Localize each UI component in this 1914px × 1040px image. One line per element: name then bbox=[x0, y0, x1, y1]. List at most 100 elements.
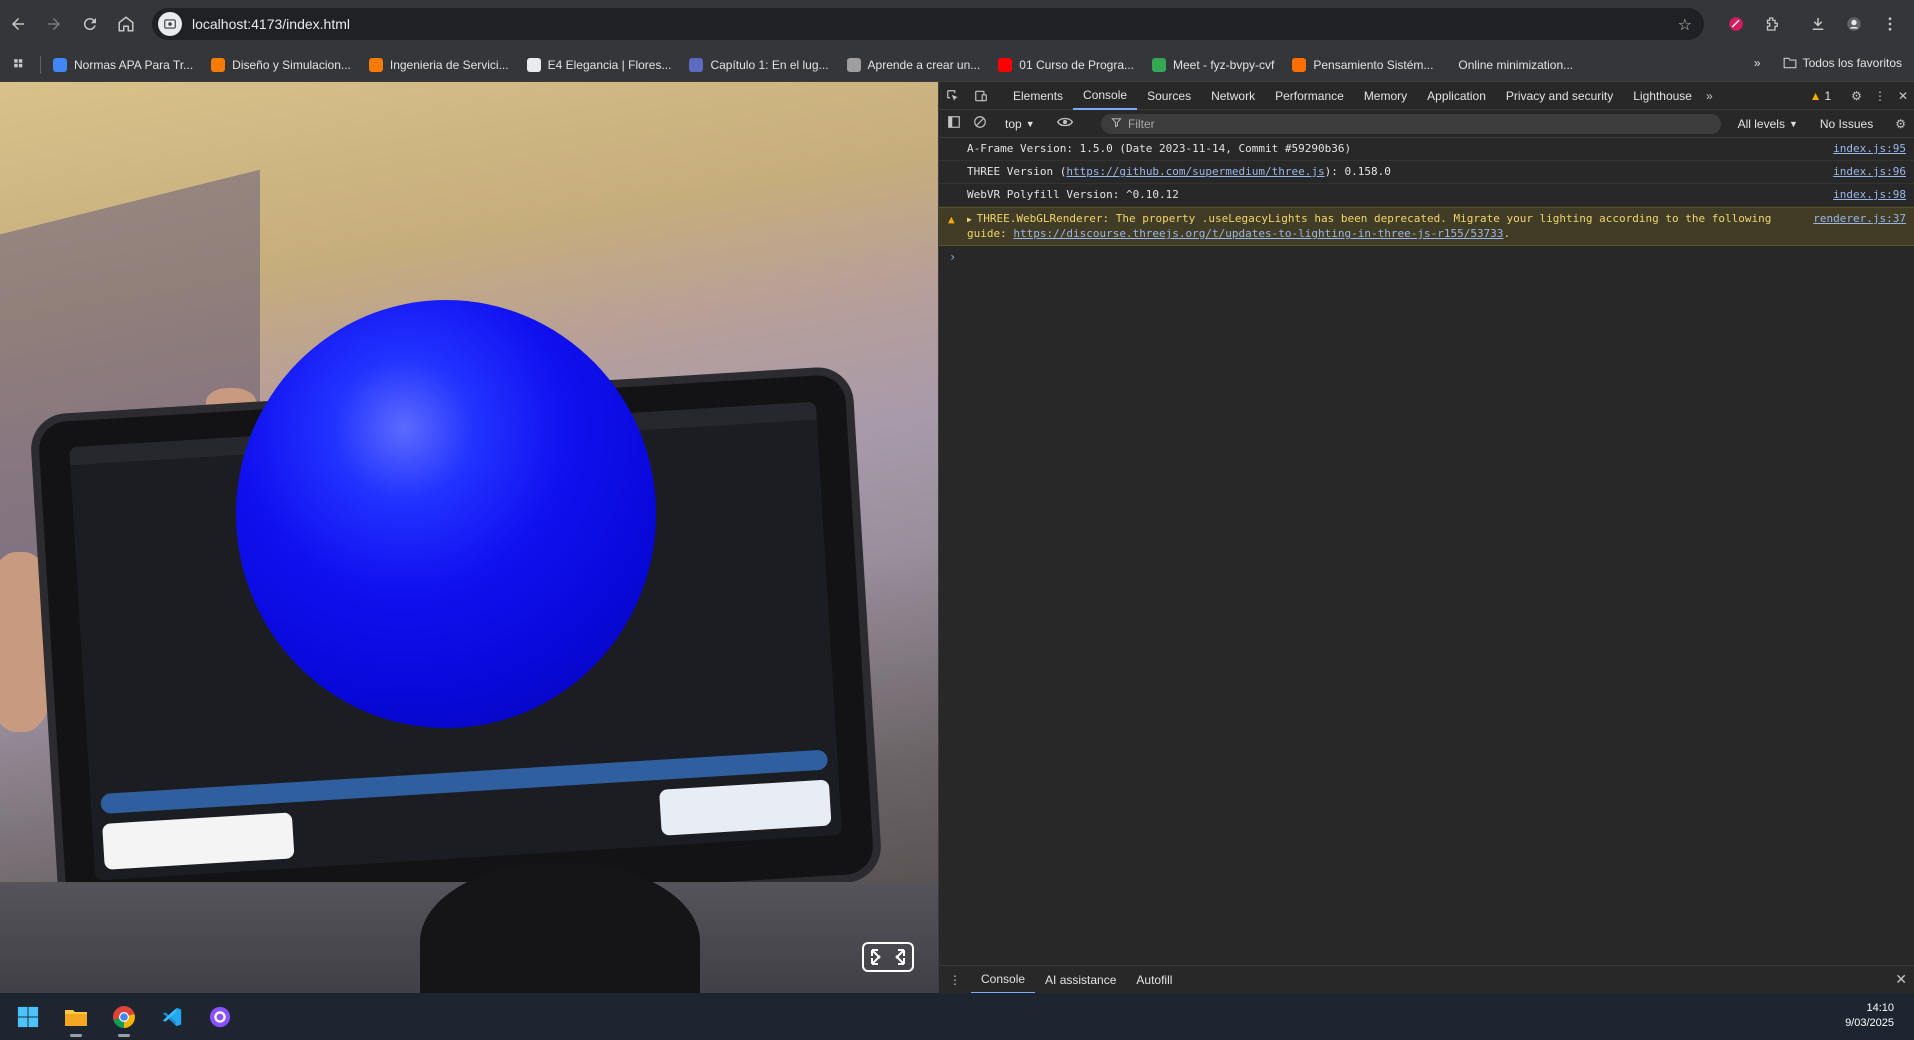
bookmark-item[interactable]: Meet - fyz-bvpy-cvf bbox=[1152, 57, 1274, 72]
browser-toolbar: localhost:4173/index.html ☆ bbox=[0, 0, 1914, 48]
issues-button[interactable]: No Issues bbox=[1820, 117, 1873, 131]
console-prompt[interactable]: › bbox=[939, 246, 1914, 268]
more-bookmarks-chevron-icon[interactable]: » bbox=[1754, 56, 1761, 70]
filter-input[interactable]: Filter bbox=[1101, 114, 1721, 134]
bookmark-favicon-icon bbox=[1292, 57, 1307, 72]
reload-icon bbox=[83, 18, 96, 31]
message-text: WebVR Polyfill Version: ^0.10.12 bbox=[967, 188, 1179, 201]
devtools-panel: Elements Console Sources Network Performance… bbox=[938, 82, 1914, 994]
filter-funnel-icon bbox=[1111, 117, 1122, 131]
console-log-message[interactable]: WebVR Polyfill Version: ^0.10.12 index.js… bbox=[939, 184, 1914, 207]
console-log-message[interactable]: A-Frame Version: 1.5.0 (Date 2023-11-14,… bbox=[939, 138, 1914, 161]
devtools-tab[interactable]: Lighthouse bbox=[1623, 82, 1702, 110]
inspect-element-icon[interactable] bbox=[939, 82, 967, 110]
bookmark-item[interactable]: Online minimization... bbox=[1451, 58, 1573, 72]
reload-button[interactable] bbox=[72, 6, 108, 42]
console-settings-gear-icon[interactable]: ⚙ bbox=[1895, 117, 1906, 131]
console-message-list: A-Frame Version: 1.5.0 (Date 2023-11-14,… bbox=[939, 138, 1914, 246]
extension-icon[interactable] bbox=[1720, 8, 1752, 40]
bookmark-item[interactable]: Aprende a crear un... bbox=[846, 57, 981, 72]
close-drawer-icon[interactable]: ✕ bbox=[1895, 971, 1907, 988]
blue-sphere bbox=[236, 300, 656, 728]
bookmark-item[interactable]: Ingenieria de Servici... bbox=[368, 57, 509, 72]
close-devtools-icon[interactable]: ✕ bbox=[1898, 89, 1908, 103]
devtools-tab[interactable]: Memory bbox=[1354, 82, 1417, 110]
drawer-tab[interactable]: AI assistance bbox=[1035, 966, 1126, 994]
bookmark-item[interactable]: Capítulo 1: En el lug... bbox=[689, 57, 829, 72]
bookmark-favicon-icon bbox=[998, 57, 1013, 72]
bookmark-item[interactable]: Normas APA Para Tr... bbox=[53, 57, 193, 72]
console-warning-message[interactable]: ▲ ▶ THREE.WebGLRenderer: The property .us… bbox=[939, 207, 1914, 246]
url-text[interactable]: localhost:4173/index.html bbox=[192, 16, 350, 32]
github-desktop-icon[interactable] bbox=[198, 995, 242, 1039]
address-bar[interactable]: localhost:4173/index.html ☆ bbox=[152, 8, 1704, 40]
devtools-tab[interactable]: Network bbox=[1201, 82, 1265, 110]
profile-avatar-icon[interactable] bbox=[1838, 8, 1870, 40]
bookmark-label: Aprende a crear un... bbox=[867, 57, 981, 72]
vr-fullscreen-button[interactable] bbox=[862, 942, 914, 972]
devtools-drawer: ⋮ Console AI assistance Autofill ✕ bbox=[939, 965, 1914, 994]
context-value: top bbox=[1005, 116, 1022, 131]
file-explorer-icon[interactable] bbox=[54, 995, 98, 1039]
bookmark-star-icon[interactable]: ☆ bbox=[1678, 15, 1692, 35]
chevron-down-icon: ▼ bbox=[1788, 119, 1798, 129]
message-link[interactable]: https://github.com/supermedium/three.js bbox=[1066, 165, 1324, 178]
drawer-tab[interactable]: Console bbox=[971, 966, 1036, 994]
devtools-menu-icon[interactable]: ⋮ bbox=[1874, 89, 1886, 103]
all-bookmarks-label: Todos los favoritos bbox=[1802, 56, 1902, 70]
windows-start-icon[interactable] bbox=[6, 995, 50, 1039]
log-levels-dropdown[interactable]: All levels ▼ bbox=[1738, 117, 1798, 131]
system-clock[interactable]: 14:10 9/03/2025 bbox=[1845, 1001, 1894, 1031]
message-source-link[interactable]: index.js:98 bbox=[1833, 188, 1906, 202]
folder-icon bbox=[1783, 57, 1797, 69]
warning-count: 1 bbox=[1824, 89, 1832, 103]
arrow-left-icon bbox=[12, 18, 24, 30]
console-log-message[interactable]: THREE Version (https://github.com/superm… bbox=[939, 161, 1914, 184]
device-toolbar-icon[interactable] bbox=[967, 82, 995, 110]
filter-bar-right: All levels ▼ No Issues ⚙ bbox=[1738, 110, 1906, 138]
extensions-puzzle-icon[interactable] bbox=[1756, 8, 1788, 40]
download-icon[interactable] bbox=[1802, 8, 1834, 40]
vscode-icon[interactable] bbox=[150, 995, 194, 1039]
expand-caret-icon[interactable]: ▶ bbox=[967, 215, 977, 224]
chevron-down-icon: ▼ bbox=[1025, 118, 1035, 129]
more-tabs-chevron-icon[interactable]: » bbox=[1706, 89, 1713, 103]
devtools-tab[interactable]: Console bbox=[1073, 82, 1138, 110]
devtools-tab[interactable]: Elements bbox=[1003, 82, 1073, 110]
message-source-link[interactable]: index.js:95 bbox=[1833, 142, 1906, 156]
bookmark-label: Online minimization... bbox=[1458, 57, 1574, 72]
message-link[interactable]: https://discourse.threejs.org/t/updates-… bbox=[1013, 227, 1503, 240]
message-source-link[interactable]: renderer.js:37 bbox=[1813, 212, 1906, 226]
drawer-menu-icon[interactable]: ⋮ bbox=[949, 973, 961, 987]
drawer-tab[interactable]: Autofill bbox=[1126, 966, 1182, 994]
bookmark-label: E4 Elegancia | Flores... bbox=[547, 57, 672, 72]
site-info-icon[interactable] bbox=[158, 12, 182, 36]
message-source-link[interactable]: index.js:96 bbox=[1833, 165, 1906, 179]
apps-grid-icon[interactable] bbox=[0, 58, 40, 72]
aframe-scene[interactable] bbox=[0, 82, 938, 993]
settings-gear-icon[interactable]: ⚙ bbox=[1851, 89, 1862, 103]
back-button[interactable] bbox=[0, 6, 36, 42]
clear-console-icon[interactable] bbox=[973, 115, 987, 132]
sidebar-toggle-icon[interactable] bbox=[947, 115, 961, 132]
bookmarks-divider bbox=[40, 55, 41, 74]
chrome-icon[interactable] bbox=[102, 995, 146, 1039]
devtools-tab[interactable]: Privacy and security bbox=[1496, 82, 1623, 110]
devtools-tab[interactable]: Performance bbox=[1265, 82, 1354, 110]
devtools-tab[interactable]: Sources bbox=[1137, 82, 1201, 110]
bookmark-item[interactable]: Diseño y Simulacion... bbox=[211, 57, 351, 72]
browser-menu-icon[interactable] bbox=[1874, 8, 1906, 40]
bookmark-item[interactable]: Pensamiento Sistém... bbox=[1292, 57, 1433, 72]
warning-counter[interactable]: ▲ 1 bbox=[1810, 89, 1832, 103]
console-filter-bar: top ▼ Filter All levels ▼ No Issues ⚙ bbox=[939, 110, 1914, 138]
home-button[interactable] bbox=[108, 6, 144, 42]
live-expression-eye-icon[interactable] bbox=[1056, 116, 1073, 131]
devtools-tab[interactable]: Application bbox=[1417, 82, 1496, 110]
context-selector[interactable]: top ▼ bbox=[1005, 117, 1035, 131]
drawer-tab-list: Console AI assistance Autofill bbox=[971, 966, 1182, 994]
bookmark-item[interactable]: E4 Elegancia | Flores... bbox=[526, 57, 672, 72]
message-text: . bbox=[1503, 227, 1511, 240]
bookmark-item[interactable]: 01 Curso de Progra... bbox=[998, 57, 1134, 72]
forward-button[interactable] bbox=[36, 6, 72, 42]
all-bookmarks-folder[interactable]: Todos los favoritos bbox=[1783, 56, 1902, 70]
